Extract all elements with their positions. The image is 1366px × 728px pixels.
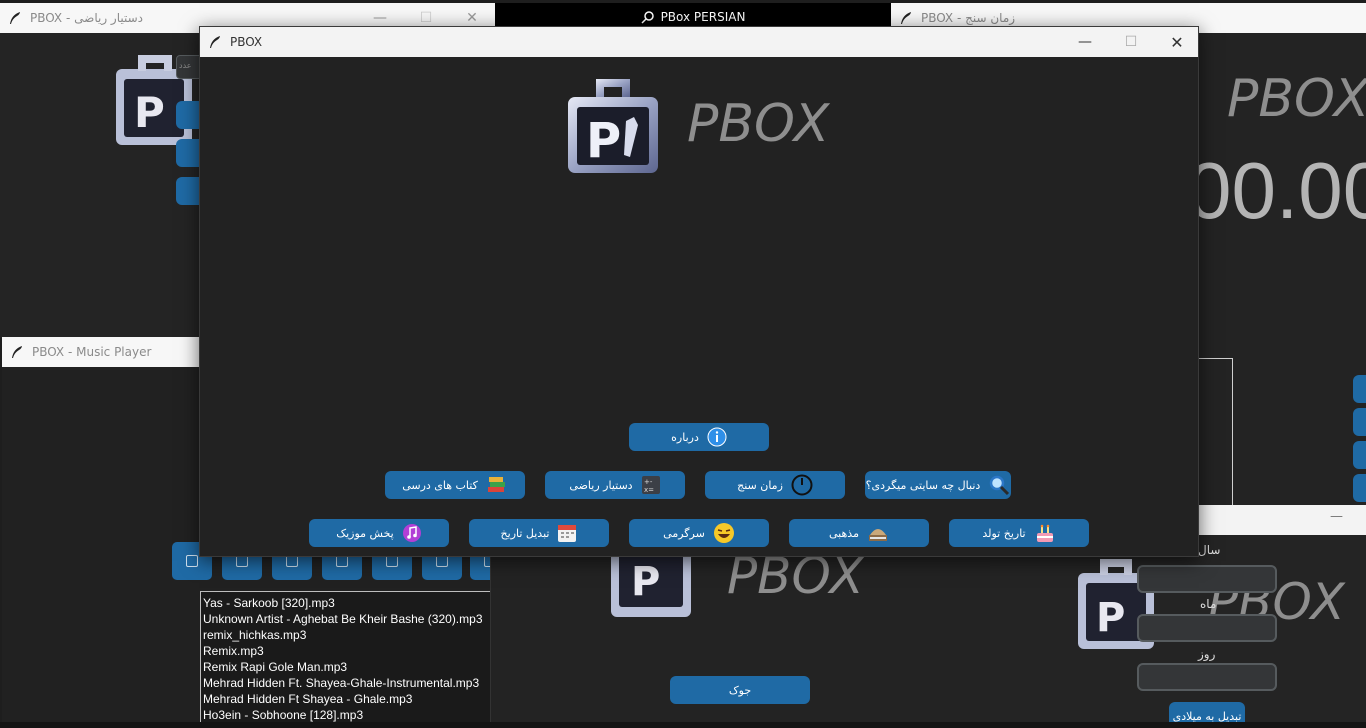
taskbar-edge: [0, 722, 1366, 728]
play-icon: [186, 555, 198, 567]
entertainment-button[interactable]: سرگرمی: [629, 519, 769, 547]
list-item[interactable]: Yas - Sarkoob [320].mp3: [203, 595, 490, 611]
search-icon: [641, 10, 654, 24]
textbooks-button[interactable]: کتاب های درسی: [385, 471, 525, 499]
birthday-label: تاریخ تولد: [982, 526, 1026, 540]
entertainment-label: سرگرمی: [663, 526, 705, 540]
list-item[interactable]: Ho3ein - Sobhoone [128].mp3: [203, 707, 490, 723]
music-player-button[interactable]: پخش موزیک: [309, 519, 449, 547]
number-entry-hint: عدد: [179, 61, 192, 70]
main-logo-text: PBOX: [687, 94, 830, 154]
religious-label: مذهبی: [829, 526, 859, 540]
math-window-title: PBOX - دستیار ریاضی: [30, 11, 144, 25]
main-window-title: PBOX: [230, 35, 263, 49]
magnifier-icon: [990, 475, 1010, 496]
website-search-button[interactable]: دنبال چه سایتی میگردی؟: [865, 471, 1011, 499]
svg-text:x=: x=: [644, 486, 654, 494]
birthday-button[interactable]: تاریخ تولد: [949, 519, 1089, 547]
date-converter-button[interactable]: تبدیل تاریخ: [469, 519, 609, 547]
day-field[interactable]: [1137, 663, 1277, 691]
books-icon: [487, 477, 505, 492]
feather-icon: [12, 346, 22, 358]
main-window-titlebar[interactable]: PBOX — ☐ ✕: [200, 27, 1198, 57]
stopwatch-window-title: PBOX - زمان سنج: [921, 11, 1016, 25]
minimize-button[interactable]: —: [1330, 509, 1343, 524]
list-item[interactable]: Remix.mp3: [203, 643, 490, 659]
svg-text:P: P: [631, 559, 660, 605]
svg-text:P: P: [586, 113, 621, 169]
joke-window: P PBOX جوک: [490, 555, 990, 728]
textbooks-label: کتاب های درسی: [402, 478, 478, 492]
math-assistant-button[interactable]: دستیار ریاضی +- x=: [545, 471, 685, 499]
stopwatch-time: 00.00: [1187, 146, 1366, 235]
stopwatch-button-2[interactable]: [1353, 408, 1366, 436]
pbox-logo-icon: P: [611, 555, 691, 617]
list-item[interactable]: remix_hichkas.mp3: [203, 627, 490, 643]
year-field[interactable]: [1137, 565, 1277, 593]
persian-tab-title: PBox PERSIAN: [660, 9, 746, 24]
svg-text:+-: +-: [644, 478, 653, 486]
stopwatch-button-1[interactable]: [1353, 375, 1366, 403]
main-window: PBOX — ☐ ✕ P PBOX درباره کتاب های درسی د…: [199, 26, 1199, 557]
about-button[interactable]: درباره: [629, 423, 769, 451]
list-item[interactable]: Mehrad Hidden Ft. Shayea-Ghale-Instrumen…: [203, 675, 490, 691]
date-converter-label: تبدیل تاریخ: [500, 526, 550, 540]
about-label: درباره: [671, 430, 699, 444]
feather-icon: [10, 12, 20, 24]
info-icon: [707, 427, 727, 447]
feather-icon: [901, 12, 911, 24]
stopwatch-button-4[interactable]: [1353, 474, 1366, 502]
stopwatch-logo-text: PBOX: [1227, 69, 1366, 129]
list-item[interactable]: Unknown Artist - Aghebat Be Kheir Bashe …: [203, 611, 490, 627]
minimize-button[interactable]: —: [1062, 27, 1108, 57]
music-note-icon: [402, 524, 421, 542]
music-player-label: پخش موزیک: [336, 526, 394, 540]
playlist[interactable]: Yas - Sarkoob [320].mp3 Unknown Artist -…: [200, 591, 490, 728]
joke-button[interactable]: جوک: [670, 676, 810, 704]
list-item[interactable]: Mehrad Hidden Ft Shayea - Ghale.mp3: [203, 691, 490, 707]
religious-button[interactable]: مذهبی: [789, 519, 929, 547]
stopwatch-label: زمان سنج: [737, 478, 783, 492]
day-label: روز: [1198, 647, 1216, 661]
joke-logo-text: PBOX: [727, 555, 864, 605]
stopwatch-button[interactable]: زمان سنج: [705, 471, 845, 499]
calculator-icon: +-x=: [641, 476, 660, 494]
month-label: ماه: [1200, 597, 1217, 611]
svg-text:P: P: [1096, 595, 1125, 641]
svg-text:P: P: [134, 88, 165, 137]
close-button[interactable]: ✕: [1154, 27, 1198, 57]
website-search-label: دنبال چه سایتی میگردی؟: [865, 478, 981, 492]
laugh-emoji-icon: [713, 523, 734, 543]
feather-icon: [210, 36, 220, 48]
stopwatch-button-3[interactable]: [1353, 441, 1366, 469]
clock-icon: [791, 474, 813, 496]
math-assistant-label: دستیار ریاضی: [569, 478, 633, 492]
maximize-button[interactable]: ☐: [1108, 27, 1154, 57]
list-item[interactable]: Remix Rapi Gole Man.mp3: [203, 659, 490, 675]
year-label: سال: [1198, 543, 1221, 557]
calendar-icon: [558, 525, 577, 542]
month-field[interactable]: [1137, 614, 1277, 642]
cake-icon: [1036, 524, 1053, 542]
pbox-logo-icon: P: [568, 79, 658, 173]
music-window-title: PBOX - Music Player: [32, 345, 152, 359]
mosque-icon: [868, 529, 887, 541]
